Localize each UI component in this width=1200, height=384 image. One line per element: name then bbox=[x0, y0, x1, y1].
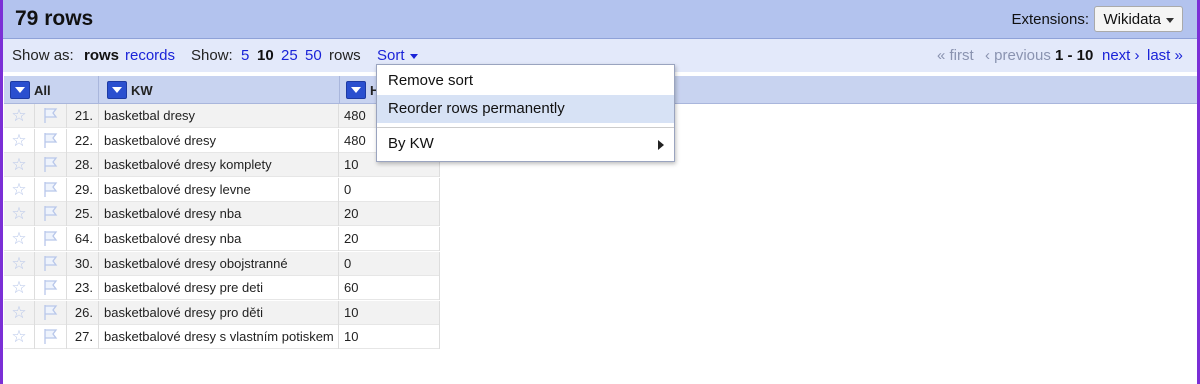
row-number: 28. bbox=[67, 153, 99, 178]
value-cell[interactable]: 0 bbox=[339, 251, 440, 276]
chevron-right-icon bbox=[658, 140, 664, 150]
table-row: ☆ 27. basketbalové dresy s vlastním potisk… bbox=[4, 325, 440, 350]
flag-icon[interactable] bbox=[35, 276, 67, 301]
value-cell[interactable]: 10 bbox=[339, 300, 440, 325]
table-row: ☆ 22. basketbalové dresy 480 bbox=[4, 128, 440, 153]
extensions-dropdown-button[interactable]: Wikidata bbox=[1094, 6, 1183, 32]
flag-icon[interactable] bbox=[35, 177, 67, 202]
column-header-kw: KW bbox=[99, 76, 340, 103]
next-page-link[interactable]: next › bbox=[1102, 47, 1140, 64]
chevron-down-icon bbox=[409, 53, 418, 59]
row-number: 64. bbox=[67, 227, 99, 251]
row-number: 23. bbox=[67, 276, 99, 301]
flag-icon[interactable] bbox=[35, 300, 67, 325]
row-number: 29. bbox=[67, 177, 99, 202]
row-number: 27. bbox=[67, 325, 99, 350]
show-as-rows-option: rows bbox=[84, 47, 120, 64]
flag-icon[interactable] bbox=[35, 202, 67, 227]
dropdown-arrow-icon[interactable] bbox=[10, 81, 30, 99]
kw-cell[interactable]: basketbalové dresy obojstranné bbox=[99, 251, 339, 276]
table-row: ☆ 26. basketbalové dresy pro děti 10 bbox=[4, 300, 440, 325]
chevron-down-icon bbox=[1166, 17, 1174, 23]
kw-cell[interactable]: basketbal dresy bbox=[99, 104, 339, 128]
page-size-50-link[interactable]: 50 bbox=[305, 47, 322, 64]
table-row: ☆ 28. basketbalové dresy komplety 10 bbox=[4, 153, 440, 178]
page-size-5-link[interactable]: 5 bbox=[241, 47, 249, 64]
sort-dropdown-menu: Remove sort Reorder rows permanently By … bbox=[376, 64, 675, 162]
kw-cell[interactable]: basketbalové dresy s vlastním potiskem bbox=[99, 325, 339, 350]
page-range: 1 - 10 bbox=[1055, 47, 1094, 64]
sort-label: Sort bbox=[377, 47, 405, 64]
page-size-10-current: 10 bbox=[257, 47, 274, 64]
table-row: ☆ 64. basketbalové dresy nba 20 bbox=[4, 227, 440, 251]
star-icon[interactable]: ☆ bbox=[4, 104, 35, 128]
first-page-link[interactable]: « first bbox=[937, 47, 974, 64]
show-as-label: Show as: bbox=[12, 47, 74, 64]
dropdown-arrow-icon[interactable] bbox=[107, 81, 127, 99]
table-row: ☆ 21. basketbal dresy 480 bbox=[4, 104, 440, 128]
menu-item-by-kw-label: By KW bbox=[388, 135, 434, 152]
row-count-title: 79 rows bbox=[15, 7, 94, 30]
column-header-all: All bbox=[4, 76, 99, 103]
kw-cell[interactable]: basketbalové dresy bbox=[99, 128, 339, 153]
page-size-25-link[interactable]: 25 bbox=[281, 47, 298, 64]
star-icon[interactable]: ☆ bbox=[4, 227, 35, 251]
table-row: ☆ 29. basketbalové dresy levne 0 bbox=[4, 177, 440, 202]
value-cell[interactable]: 20 bbox=[339, 202, 440, 227]
star-icon[interactable]: ☆ bbox=[4, 325, 35, 350]
star-icon[interactable]: ☆ bbox=[4, 153, 35, 178]
kw-cell[interactable]: basketbalové dresy nba bbox=[99, 202, 339, 227]
star-icon[interactable]: ☆ bbox=[4, 300, 35, 325]
flag-icon[interactable] bbox=[35, 128, 67, 153]
show-label: Show: bbox=[191, 47, 233, 64]
kw-cell[interactable]: basketbalové dresy pre deti bbox=[99, 276, 339, 301]
row-number: 21. bbox=[67, 104, 99, 128]
rows-suffix-label: rows bbox=[329, 47, 361, 64]
menu-item-remove-sort[interactable]: Remove sort bbox=[377, 67, 674, 95]
table-row: ☆ 30. basketbalové dresy obojstranné 0 bbox=[4, 251, 440, 276]
kw-cell[interactable]: basketbalové dresy levne bbox=[99, 177, 339, 202]
star-icon[interactable]: ☆ bbox=[4, 276, 35, 301]
value-cell[interactable]: 10 bbox=[339, 325, 440, 350]
kw-cell[interactable]: basketbalové dresy pro děti bbox=[99, 300, 339, 325]
value-cell[interactable]: 60 bbox=[339, 276, 440, 301]
flag-icon[interactable] bbox=[35, 153, 67, 178]
kw-cell[interactable]: basketbalové dresy komplety bbox=[99, 153, 339, 178]
show-as-records-link[interactable]: records bbox=[125, 47, 175, 64]
row-number: 22. bbox=[67, 128, 99, 153]
menu-item-by-kw[interactable]: By KW bbox=[377, 130, 674, 158]
column-label-all: All bbox=[34, 83, 51, 98]
sort-menu-button[interactable]: Sort bbox=[377, 47, 418, 64]
kw-cell[interactable]: basketbalové dresy nba bbox=[99, 227, 339, 251]
star-icon[interactable]: ☆ bbox=[4, 177, 35, 202]
table-row: ☆ 23. basketbalové dresy pre deti 60 bbox=[4, 276, 440, 301]
star-icon[interactable]: ☆ bbox=[4, 128, 35, 153]
table-row: ☆ 25. basketbalové dresy nba 20 bbox=[4, 202, 440, 227]
previous-page-link[interactable]: ‹ previous bbox=[985, 47, 1051, 64]
flag-icon[interactable] bbox=[35, 325, 67, 350]
extensions-button-label: Wikidata bbox=[1103, 11, 1161, 28]
dropdown-arrow-icon[interactable] bbox=[346, 81, 366, 99]
flag-icon[interactable] bbox=[35, 251, 67, 276]
row-number: 30. bbox=[67, 251, 99, 276]
flag-icon[interactable] bbox=[35, 104, 67, 128]
row-number: 25. bbox=[67, 202, 99, 227]
column-label-kw: KW bbox=[131, 83, 153, 98]
menu-separator bbox=[377, 127, 674, 128]
row-number: 26. bbox=[67, 300, 99, 325]
value-cell[interactable]: 20 bbox=[339, 227, 440, 251]
extensions-label: Extensions: bbox=[1011, 11, 1089, 28]
header-bar: 79 rows Extensions: Wikidata bbox=[3, 0, 1197, 39]
last-page-link[interactable]: last » bbox=[1147, 47, 1183, 64]
star-icon[interactable]: ☆ bbox=[4, 202, 35, 227]
flag-icon[interactable] bbox=[35, 227, 67, 251]
value-cell[interactable]: 0 bbox=[339, 177, 440, 202]
star-icon[interactable]: ☆ bbox=[4, 251, 35, 276]
menu-item-reorder-rows-permanently[interactable]: Reorder rows permanently bbox=[377, 95, 674, 123]
